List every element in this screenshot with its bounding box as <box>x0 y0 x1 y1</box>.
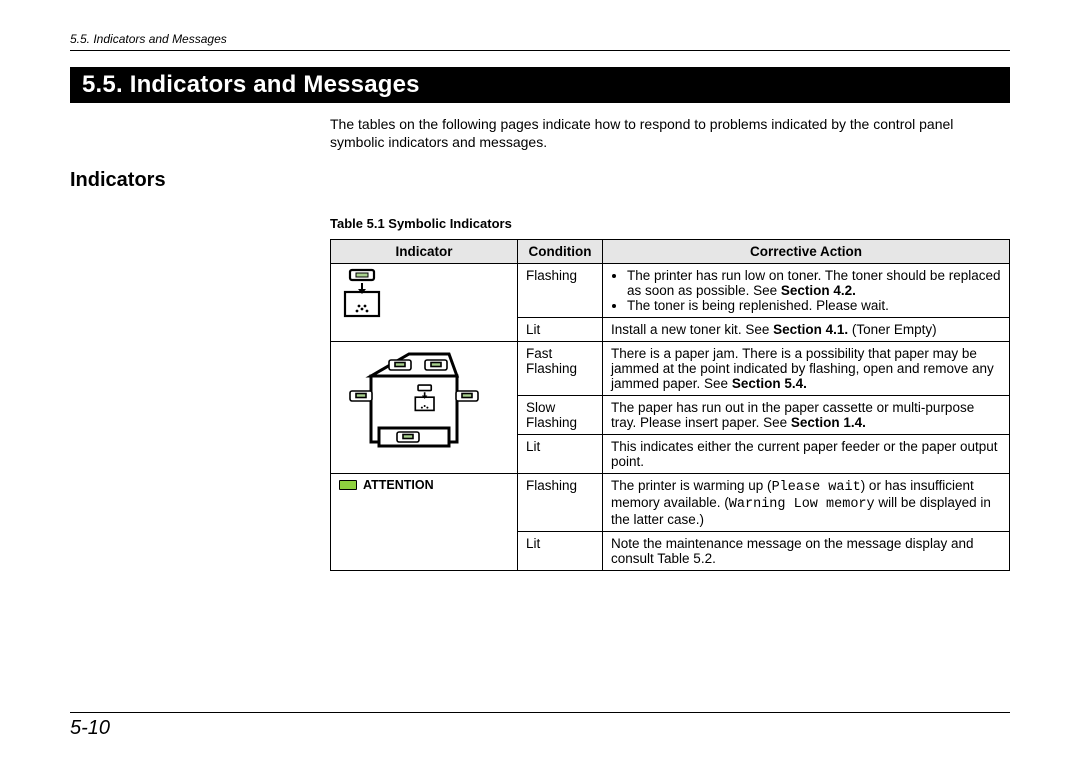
table-caption: Table 5.1 Symbolic Indicators <box>330 216 1010 231</box>
table-row: Fast Flashing There is a paper jam. Ther… <box>331 342 1010 396</box>
rule-top <box>70 50 1010 51</box>
action-cell: The paper has run out in the paper casse… <box>603 396 1010 435</box>
page: 5.5. Indicators and Messages 5.5. Indica… <box>0 0 1080 764</box>
cond-cell: Flashing <box>518 474 603 532</box>
section-title: 5.5. Indicators and Messages <box>70 67 1010 103</box>
indicator-attention-cell: ATTENTION <box>331 474 518 571</box>
action-cell: Install a new toner kit. See Section 4.1… <box>603 318 1010 342</box>
table-wrap: Indicator Condition Corrective Action <box>330 239 1010 571</box>
toner-icon <box>339 268 385 322</box>
action-cell: The printer has run low on toner. The to… <box>603 264 1010 318</box>
cond-cell: Lit <box>518 318 603 342</box>
indicator-printer-icon-cell <box>331 342 518 474</box>
action-bullet: The printer has run low on toner. The to… <box>627 268 1001 298</box>
intro-paragraph: The tables on the following pages indica… <box>330 115 1010 151</box>
table-row: ATTENTION Flashing The printer is warmin… <box>331 474 1010 532</box>
printer-diagram-icon <box>339 346 489 456</box>
led-green-icon <box>339 480 357 490</box>
page-number: 5-10 <box>70 717 1010 740</box>
action-bullet: The toner is being replenished. Please w… <box>627 298 1001 313</box>
rule-bottom <box>70 712 1010 713</box>
action-cell: The printer is warming up (Please wait) … <box>603 474 1010 532</box>
attention-label: ATTENTION <box>363 478 434 492</box>
cond-cell: Lit <box>518 435 603 474</box>
cond-cell: Fast Flashing <box>518 342 603 396</box>
cond-cell: Lit <box>518 532 603 571</box>
subsection-heading: Indicators <box>70 169 1010 192</box>
cond-cell: Flashing <box>518 264 603 318</box>
indicators-table: Indicator Condition Corrective Action <box>330 239 1010 571</box>
action-cell: There is a paper jam. There is a possibi… <box>603 342 1010 396</box>
th-condition: Condition <box>518 240 603 264</box>
page-footer: 5-10 <box>70 712 1010 740</box>
indicator-toner-icon-cell <box>331 264 518 342</box>
th-indicator: Indicator <box>331 240 518 264</box>
running-head: 5.5. Indicators and Messages <box>70 32 1010 46</box>
action-cell: This indicates either the current paper … <box>603 435 1010 474</box>
cond-cell: Slow Flashing <box>518 396 603 435</box>
th-action: Corrective Action <box>603 240 1010 264</box>
action-cell: Note the maintenance message on the mess… <box>603 532 1010 571</box>
table-row: Flashing The printer has run low on tone… <box>331 264 1010 318</box>
